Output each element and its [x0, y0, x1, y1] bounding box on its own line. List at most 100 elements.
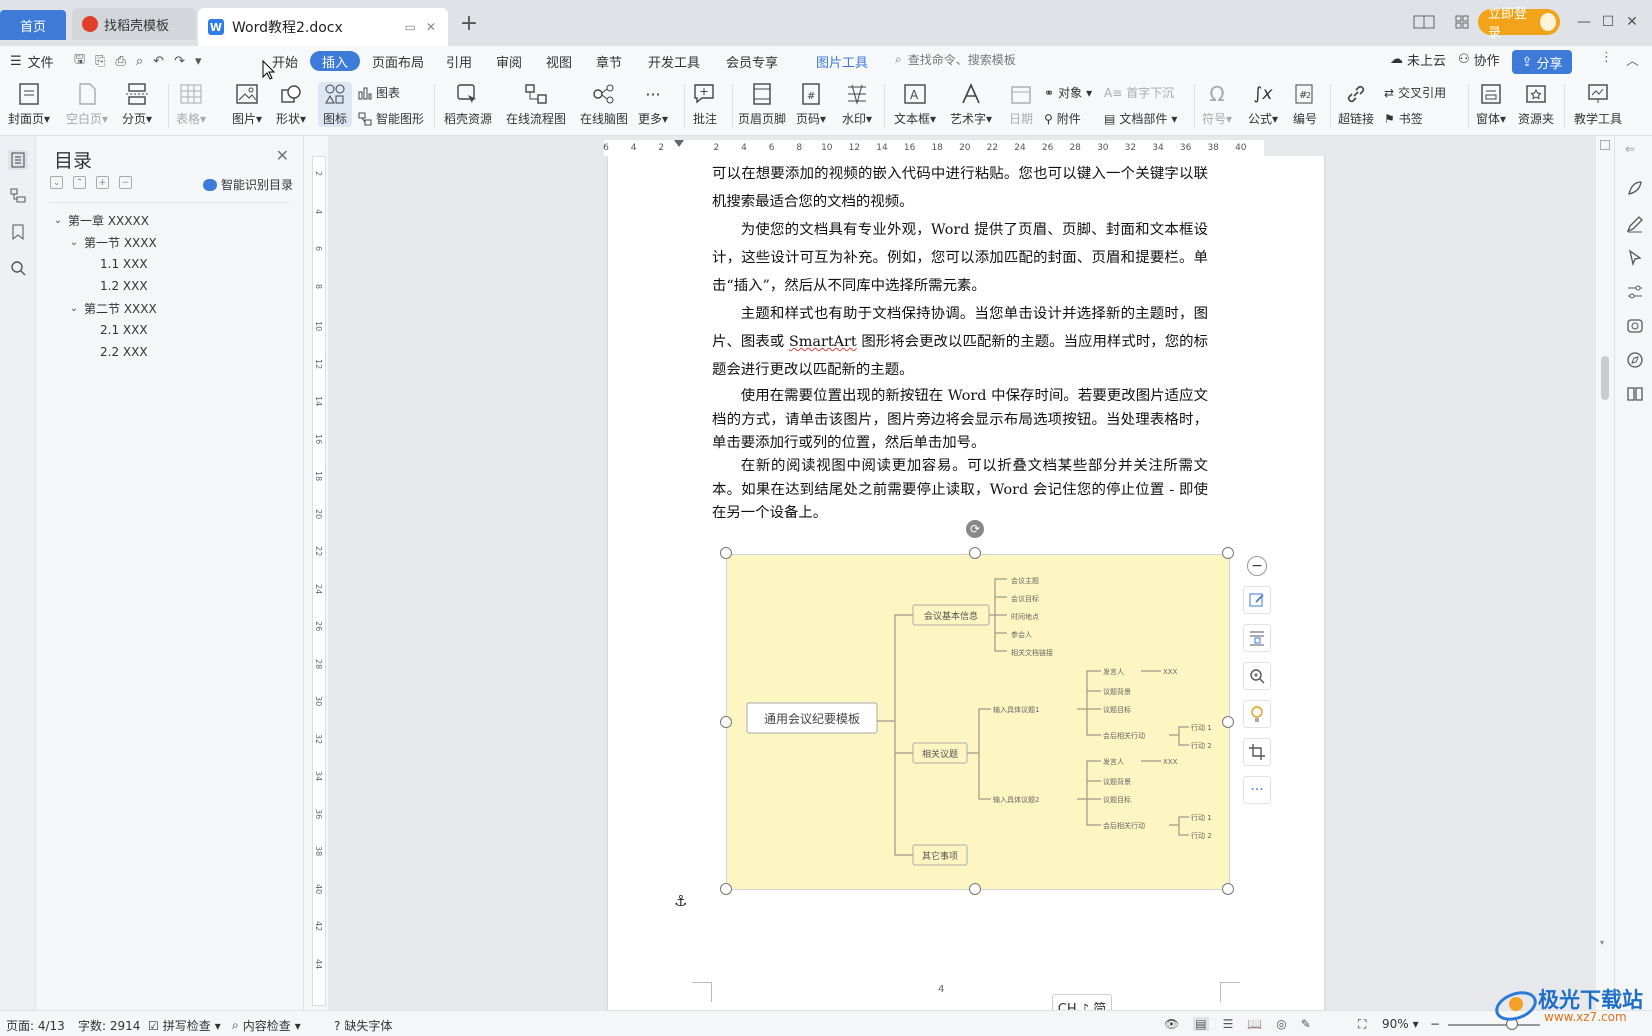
table-button[interactable]: 表格▾: [176, 82, 206, 127]
monitor-icon[interactable]: ▭: [405, 20, 416, 34]
resize-handle[interactable]: [720, 716, 732, 728]
hyperlink-button[interactable]: 超链接: [1338, 82, 1374, 127]
resize-handle[interactable]: [1222, 883, 1234, 895]
tab-home[interactable]: 首页: [0, 10, 66, 40]
menu-dev-tools[interactable]: 开发工具: [648, 51, 700, 71]
object-button[interactable]: ⚭ 对象 ▾: [1044, 84, 1092, 101]
missing-font-button[interactable]: ? 缺失字体: [334, 1017, 392, 1034]
toc-item[interactable]: 2.1 XXX: [50, 319, 290, 341]
crop-icon[interactable]: [1243, 738, 1271, 766]
chapter-nav-icon[interactable]: [8, 186, 28, 206]
minimize-icon[interactable]: —: [1572, 10, 1596, 34]
fit-page-icon[interactable]: ⛶: [1358, 1017, 1366, 1032]
picture-button[interactable]: 图片▾: [232, 82, 262, 127]
remove-heading-icon[interactable]: −: [119, 176, 132, 189]
bookmark-panel-icon[interactable]: [8, 222, 28, 242]
paragraph-5[interactable]: 在新的阅读视图中阅读更加容易。可以折叠文档某些部分并关注所需文本。如果在达到结尾…: [712, 455, 1208, 526]
page-view-icon[interactable]: ▤: [1193, 1017, 1209, 1031]
daoke-resource-button[interactable]: 稻壳资源: [444, 82, 492, 127]
zoom-in-icon[interactable]: [1243, 662, 1271, 690]
outline-view-icon[interactable]: ☰: [1223, 1017, 1234, 1031]
resize-handle[interactable]: [720, 883, 732, 895]
scrollbar-thumb[interactable]: [1601, 356, 1609, 400]
collab-button[interactable]: ⚇ 协作: [1458, 50, 1500, 69]
teaching-tools-button[interactable]: 教学工具: [1574, 82, 1622, 127]
reading-view-icon[interactable]: 📖: [1247, 1017, 1262, 1031]
rotate-handle-icon[interactable]: ⟳: [966, 520, 984, 538]
login-button[interactable]: 立即登录: [1478, 7, 1560, 41]
page-break-button[interactable]: 分页▾: [122, 82, 152, 127]
command-search[interactable]: ⌕ 查找命令、搜索模板: [895, 51, 1016, 68]
bookmark-button[interactable]: ⚑ 书签: [1384, 110, 1423, 127]
word-count[interactable]: 字数: 2914: [78, 1017, 140, 1034]
layout-options-icon[interactable]: [1243, 624, 1271, 652]
close-icon[interactable]: ✕: [276, 146, 289, 165]
image-edit-icon[interactable]: [1625, 316, 1645, 336]
print-preview-icon[interactable]: ⌕: [136, 54, 143, 69]
zoom-out-icon[interactable]: −: [1430, 1017, 1440, 1031]
rocket-icon[interactable]: [1625, 178, 1645, 198]
page-indicator[interactable]: 页面: 4/13: [6, 1017, 65, 1034]
collapse-panel-icon[interactable]: ⇐: [1625, 142, 1645, 162]
undo-icon[interactable]: ↶: [153, 54, 164, 69]
toc-item[interactable]: ⌄ 第一节 XXXX: [50, 231, 290, 253]
collapse-all-icon[interactable]: ⌃: [73, 176, 86, 189]
tab-document[interactable]: W Word教程2.docx ▭ ✕: [198, 8, 448, 46]
cloud-status[interactable]: ☁ 未上云: [1390, 50, 1446, 69]
toc-item[interactable]: 1.1 XXX: [50, 253, 290, 275]
print-icon[interactable]: ⎙: [115, 54, 125, 69]
export-pdf-icon[interactable]: ⎘: [95, 54, 105, 69]
add-heading-icon[interactable]: +: [96, 176, 109, 189]
online-flowchart-button[interactable]: 在线流程图: [506, 82, 566, 127]
more-options-icon[interactable]: ···: [1243, 776, 1271, 804]
paragraph-2[interactable]: 为使您的文档具有专业外观，Word 提供了页眉、页脚、封面和文本框设计，这些设计…: [712, 216, 1208, 300]
maximize-icon[interactable]: ☐: [1596, 10, 1620, 34]
expand-all-icon[interactable]: ⌄: [50, 176, 63, 189]
customize-icon[interactable]: ▾: [195, 54, 202, 69]
blank-page-button[interactable]: 空白页▾: [66, 82, 108, 127]
book-icon[interactable]: [1625, 384, 1645, 404]
resource-folder-button[interactable]: 资源夹: [1518, 82, 1554, 127]
menu-picture-tools[interactable]: 图片工具: [816, 51, 868, 71]
scroll-top-icon[interactable]: [1600, 140, 1610, 150]
textbox-button[interactable]: A 文本框▾: [894, 82, 936, 127]
edit-picture-icon[interactable]: [1243, 586, 1271, 614]
grid-icon[interactable]: [1450, 10, 1474, 34]
zoom-level[interactable]: 90% ▾: [1382, 1017, 1419, 1031]
menu-insert[interactable]: 插入: [310, 51, 361, 71]
close-tab-icon[interactable]: ✕: [426, 20, 436, 34]
doc-parts-button[interactable]: ▤ 文档部件 ▾: [1104, 110, 1177, 127]
date-button[interactable]: 日期: [1008, 82, 1034, 127]
drop-cap-button[interactable]: A≡ 首字下沉: [1104, 84, 1174, 101]
compass-icon[interactable]: [1625, 350, 1645, 370]
toc-item[interactable]: 1.2 XXX: [50, 275, 290, 297]
new-tab-button[interactable]: +: [456, 10, 482, 38]
numbering-button[interactable]: #2 编号: [1292, 82, 1318, 127]
resize-handle[interactable]: [1222, 547, 1234, 559]
online-mindmap-button[interactable]: 在线脑图: [580, 82, 628, 127]
attachment-button[interactable]: ⚲ 附件: [1044, 110, 1081, 127]
save-icon[interactable]: 🖫: [74, 50, 85, 72]
paragraph-4[interactable]: 使用在需要位置出现的新按钮在 Word 中保存时间。若要更改图片适应文档的方式，…: [712, 385, 1208, 456]
more-menu-icon[interactable]: ⋮: [1600, 50, 1613, 65]
pointer-icon[interactable]: [1625, 248, 1645, 268]
menu-review[interactable]: 审阅: [496, 51, 522, 71]
content-check-button[interactable]: ⌕ 内容检查 ▾: [232, 1017, 301, 1034]
close-window-icon[interactable]: ✕: [1620, 10, 1644, 34]
watermark-button[interactable]: 水印▾: [842, 82, 872, 127]
smart-toc-button[interactable]: 智能识别目录: [202, 176, 293, 193]
form-button[interactable]: 窗体▾: [1476, 82, 1506, 127]
formula-button[interactable]: ∫x 公式▾: [1248, 82, 1278, 127]
web-view-icon[interactable]: ◎: [1276, 1017, 1286, 1031]
search-panel-icon[interactable]: [8, 258, 28, 278]
scroll-down-icon[interactable]: ▾: [1600, 938, 1604, 947]
chevron-down-icon[interactable]: ⌄: [52, 215, 64, 226]
menu-references[interactable]: 引用: [446, 51, 472, 71]
sliders-icon[interactable]: [1625, 282, 1645, 302]
more-button[interactable]: ··· 更多▾: [638, 82, 668, 127]
spell-check-button[interactable]: ☑ 拼写检查 ▾: [148, 1017, 221, 1034]
collapse-icon[interactable]: −: [1247, 556, 1267, 576]
toc-item[interactable]: ⌄ 第二节 XXXX: [50, 297, 290, 319]
resize-handle[interactable]: [969, 883, 981, 895]
paragraph-1[interactable]: 可以在想要添加的视频的嵌入代码中进行粘贴。您也可以键入一个关键字以联机搜索最适合…: [712, 160, 1208, 216]
